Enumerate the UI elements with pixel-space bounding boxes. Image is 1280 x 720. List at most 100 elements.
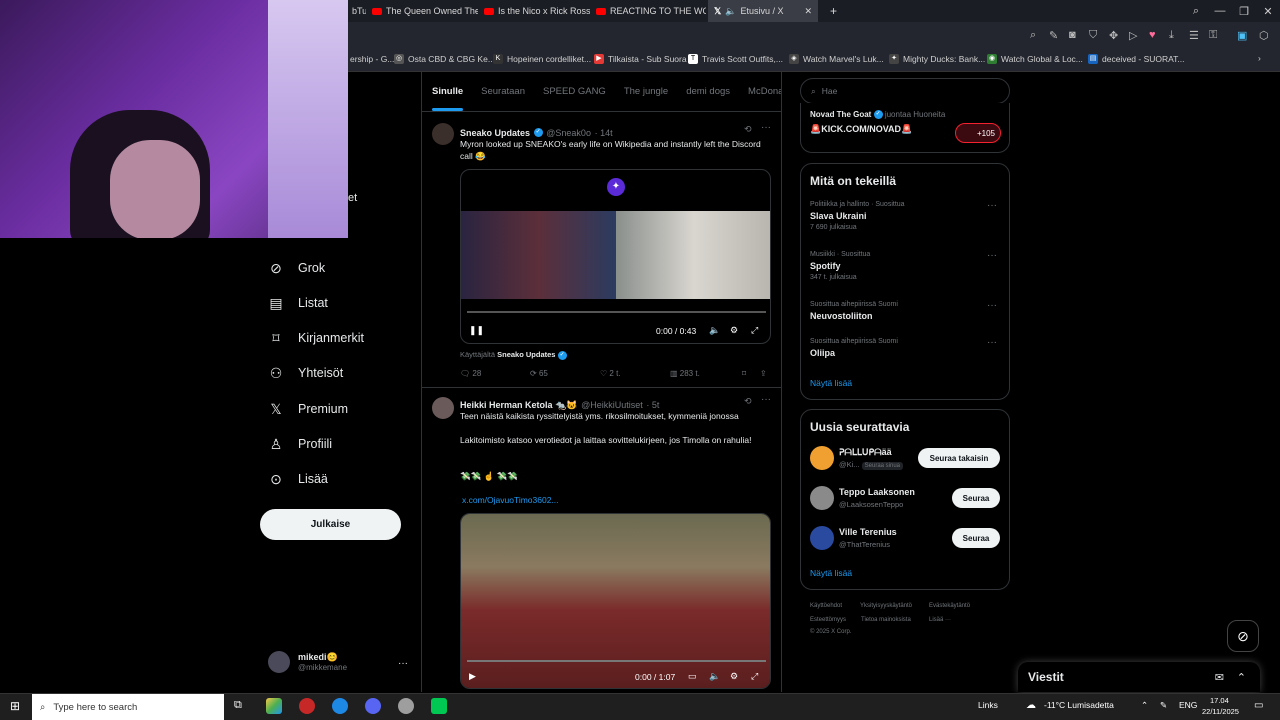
volume-icon[interactable]: 🔈 xyxy=(709,325,720,336)
live-listeners-badge[interactable]: +105 xyxy=(955,123,1001,143)
tweet-author[interactable]: Sneako Updates xyxy=(460,128,530,138)
bookmark-button[interactable]: ⌑ xyxy=(742,369,746,378)
bookmarks-overflow-icon[interactable]: › xyxy=(1258,53,1261,63)
taskbar-search-input[interactable]: ⌕ Type here to search xyxy=(32,694,224,720)
suggest-name[interactable]: Ville Terenius xyxy=(839,527,897,537)
browser-tab[interactable]: Is the Nico x Rick Ross fa xyxy=(478,0,590,22)
footer-link[interactable]: Esteettömyys xyxy=(810,617,846,623)
nav-item-profile[interactable]: ♙ Profiili xyxy=(268,429,332,459)
trend-item[interactable]: Suosittua aihepiirissä Suomi Oliipa xyxy=(810,338,898,361)
bookmark-item[interactable]: ership - G... xyxy=(350,54,394,64)
follow-button[interactable]: Seuraa xyxy=(952,488,1000,508)
extension-icon[interactable]: ✥ xyxy=(1109,29,1118,42)
account-switcher[interactable]: mikedi😊 @mikkemane xyxy=(268,651,347,673)
new-message-icon[interactable]: ✉ xyxy=(1215,671,1224,684)
tweet-more-icon[interactable]: ··· xyxy=(761,122,771,133)
tweet-link[interactable]: x.com/OjavuoTimo3602... xyxy=(462,494,559,506)
close-icon[interactable]: ✕ xyxy=(1256,5,1280,18)
live-space-card[interactable]: Novad The Goat ✓ juontaa Huoneita 🚨KICK.… xyxy=(800,103,1010,153)
browser-tab[interactable]: bTu xyxy=(346,0,366,22)
views-button[interactable]: ▥ 283 t. xyxy=(670,369,700,378)
bookmark-item[interactable]: ◈ Watch Marvel's Luk... xyxy=(789,54,884,64)
tweet-handle[interactable]: @HeikkiUutiset xyxy=(581,400,643,410)
minimize-icon[interactable]: — xyxy=(1208,5,1232,17)
video-settings-icon[interactable]: ⚙ xyxy=(730,325,738,336)
task-view-icon[interactable]: ⧉ xyxy=(234,699,242,712)
tab-demi-dogs[interactable]: demi dogs xyxy=(686,86,730,97)
nav-item-bookmarks[interactable]: ⌑ Kirjanmerkit xyxy=(268,323,364,353)
reply-button[interactable]: 🗨 28 xyxy=(460,369,481,378)
tab-following[interactable]: Seurataan xyxy=(481,86,525,97)
fullscreen-icon[interactable]: ⤢ xyxy=(751,325,758,336)
share-button[interactable]: ⇪ xyxy=(760,369,767,378)
nav-item-communities[interactable]: ⚇ Yhteisöt xyxy=(268,358,343,388)
trend-more-icon[interactable]: ··· xyxy=(987,250,997,261)
search-input[interactable]: ⌕ Hae xyxy=(800,78,1010,104)
tab-mcdonal[interactable]: McDonal xyxy=(748,86,781,97)
show-more-link[interactable]: Näytä lisää xyxy=(810,568,852,578)
close-tab-icon[interactable]: ✕ xyxy=(804,6,812,17)
browser-tab-active[interactable]: 𝕏 🔈 Etusivu / X ✕ xyxy=(708,0,818,22)
bookmark-item[interactable]: ◎ Osta CBD & CBG Ke... xyxy=(394,54,495,64)
messages-drawer[interactable]: Viestit ✉ ⌃ xyxy=(1018,662,1260,692)
clock-date[interactable]: 22/11/2025 xyxy=(1202,707,1239,716)
tweet[interactable]: Heikki Herman Ketola 🐀😺 @HeikkiUutiset ·… xyxy=(422,389,781,692)
clock-time[interactable]: 17.04 xyxy=(1210,696,1229,705)
new-tab-button[interactable]: + xyxy=(824,0,842,22)
pause-icon[interactable]: ❚❚ xyxy=(469,325,484,336)
grok-explain-icon[interactable]: ⟲ xyxy=(744,396,752,407)
taskbar-links[interactable]: Links xyxy=(978,700,998,710)
nav-item-more[interactable]: ⊙ Lisää xyxy=(268,464,328,494)
trend-item[interactable]: Politiikka ja hallinto · Suosittua Slava … xyxy=(810,201,905,231)
footer-link[interactable]: Käyttöehdot xyxy=(810,603,842,609)
footer-link[interactable]: Evästekäytäntö xyxy=(929,603,970,609)
footer-link[interactable]: Yksityisyyskäytäntö xyxy=(860,603,912,609)
trend-item[interactable]: Suosittua aihepiirissä Suomi Neuvostoliit… xyxy=(810,301,898,324)
fullscreen-icon[interactable]: ⤢ xyxy=(751,671,758,682)
lock-icon[interactable]: ⚿ xyxy=(1209,29,1217,42)
grok-sparkle-icon[interactable]: ✦ xyxy=(607,178,625,196)
show-more-link[interactable]: Näytä lisää xyxy=(810,378,852,388)
grok-fab-button[interactable]: ⊘ xyxy=(1227,620,1259,652)
tweet-video[interactable]: ▶ 0:00 / 1:07 ▭ 🔈 ⚙ ⤢ xyxy=(460,513,771,689)
camera-icon[interactable]: ◙ xyxy=(1069,29,1076,41)
repost-button[interactable]: ⟳ 65 xyxy=(530,369,548,378)
live-host-name[interactable]: Novad The Goat xyxy=(810,110,871,119)
follow-button[interactable]: Seuraa xyxy=(952,528,1000,548)
video-progress-bar[interactable] xyxy=(467,660,766,662)
nav-item-lists[interactable]: ▤ Listat xyxy=(268,288,328,318)
tweet-video[interactable]: ✦ ❚❚ 0:00 / 0:43 🔈 ⚙ ⤢ xyxy=(460,169,771,344)
language-indicator[interactable]: ENG xyxy=(1179,700,1197,710)
trend-item[interactable]: Musiikki · Suosittua Spotify 347 t. julkai… xyxy=(810,251,870,281)
app-icon-generic[interactable] xyxy=(398,698,414,714)
pen-icon[interactable]: ✎ xyxy=(1160,700,1167,711)
tweet-time[interactable]: · 5t xyxy=(646,400,659,410)
trend-more-icon[interactable]: ··· xyxy=(987,337,997,348)
play-icon[interactable]: ▷ xyxy=(1129,29,1137,42)
restore-icon[interactable]: ❐ xyxy=(1232,5,1256,18)
download-icon[interactable]: ⤓ xyxy=(1169,29,1174,42)
app-icon-edge[interactable] xyxy=(332,698,348,714)
video-progress-bar[interactable] xyxy=(467,311,766,313)
app-icon-green[interactable] xyxy=(431,698,447,714)
post-button[interactable]: Julkaise xyxy=(260,509,401,540)
tab-the-jungle[interactable]: The jungle xyxy=(624,86,668,97)
nav-item-premium[interactable]: 𝕏 Premium xyxy=(268,394,348,424)
tab-speed-gang[interactable]: SPEED GANG xyxy=(543,86,606,97)
app-icon-opera[interactable] xyxy=(299,698,315,714)
edit-icon[interactable]: ✎ xyxy=(1049,29,1058,42)
tweet-author[interactable]: Heikki Herman Ketola 🐀😺 xyxy=(460,400,577,410)
tweet-more-icon[interactable]: ··· xyxy=(761,394,771,405)
shield-icon[interactable]: ⛉ xyxy=(1089,29,1097,42)
app-icon-discord[interactable] xyxy=(365,698,381,714)
grok-explain-icon[interactable]: ⟲ xyxy=(744,124,752,135)
like-button[interactable]: ♡ 2 t. xyxy=(600,369,621,378)
volume-icon[interactable]: 🔈 xyxy=(709,671,720,682)
account-more-icon[interactable]: ··· xyxy=(398,658,408,669)
search-tabs-icon[interactable]: ⌕ xyxy=(1184,5,1208,18)
source-name[interactable]: Sneako Updates xyxy=(497,350,555,359)
tray-chevron-icon[interactable]: ⌃ xyxy=(1141,700,1148,711)
footer-link[interactable]: Lisää ··· xyxy=(929,617,951,623)
bookmark-item[interactable]: ▤ deceived - SUORAT... xyxy=(1088,54,1185,64)
bookmark-item[interactable]: ✦ Mighty Ducks: Bank... xyxy=(889,54,985,64)
